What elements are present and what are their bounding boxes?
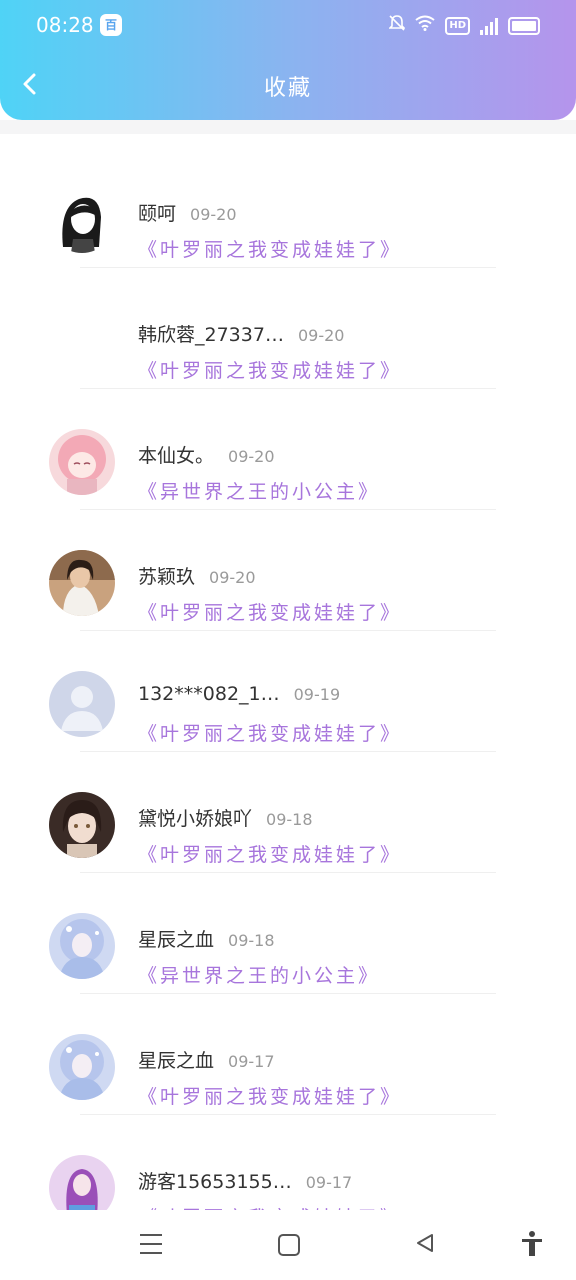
favorite-item[interactable]: 游客15653155… 09-17 《叶罗丽之我变成娃娃了》: [0, 1115, 576, 1210]
book-title-link[interactable]: 《叶罗丽之我变成娃娃了》: [138, 1082, 402, 1109]
user-name-text: 游客15653155…: [138, 1171, 292, 1193]
favorite-item[interactable]: 苏颖玖 09-20 《叶罗丽之我变成娃娃了》: [0, 510, 576, 631]
user-name-text: 本仙女。: [138, 445, 215, 467]
user-name-text: 星辰之血: [138, 1050, 215, 1072]
signal-4g-icon: [480, 17, 498, 35]
app-header: 08:28 百 HD 收藏: [0, 0, 576, 120]
nav-back-icon[interactable]: [414, 1232, 436, 1254]
user-avatar[interactable]: [49, 792, 115, 858]
favorite-item[interactable]: 韩欣蓉_27337… 09-20 《叶罗丽之我变成娃娃了》: [0, 268, 576, 389]
user-name: 游客15653155… 09-17: [138, 1167, 352, 1194]
user-avatar[interactable]: [49, 550, 115, 616]
list-top-divider: [0, 120, 576, 134]
book-title-link[interactable]: 《叶罗丽之我变成娃娃了》: [138, 356, 402, 383]
hd-icon: HD: [445, 17, 470, 35]
book-title-link[interactable]: 《异世界之王的小公主》: [138, 961, 380, 988]
favorite-item[interactable]: 132***082_1… 09-19 《叶罗丽之我变成娃娃了》: [0, 631, 576, 752]
book-title-link[interactable]: 《叶罗丽之我变成娃娃了》: [138, 1203, 402, 1210]
user-name: 韩欣蓉_27337… 09-20: [138, 320, 344, 347]
user-name-text: 星辰之血: [138, 929, 215, 951]
user-name: 黛悦小娇娘吖 09-18: [138, 804, 313, 831]
page-title: 收藏: [263, 76, 312, 101]
status-time: 08:28: [36, 13, 94, 37]
user-name-text: 颐呵: [138, 203, 177, 225]
user-name: 本仙女。 09-20: [138, 441, 275, 468]
user-name: 132***082_1… 09-19: [138, 683, 340, 705]
book-title-link[interactable]: 《叶罗丽之我变成娃娃了》: [138, 719, 402, 746]
user-name: 星辰之血 09-17: [138, 1046, 275, 1073]
favorite-item[interactable]: 星辰之血 09-18 《异世界之王的小公主》: [0, 873, 576, 994]
wifi-icon: [415, 15, 435, 37]
favorite-date: 09-17: [305, 1173, 353, 1192]
book-title-link[interactable]: 《叶罗丽之我变成娃娃了》: [138, 598, 402, 625]
user-avatar[interactable]: [49, 187, 115, 253]
user-avatar[interactable]: [49, 913, 115, 979]
favorite-item[interactable]: 本仙女。 09-20 《异世界之王的小公主》: [0, 389, 576, 510]
favorite-date: 09-20: [190, 205, 237, 224]
status-bar: 08:28 百 HD: [0, 0, 576, 52]
book-title-link[interactable]: 《叶罗丽之我变成娃娃了》: [138, 235, 402, 262]
favorite-date: 09-20: [297, 326, 345, 345]
user-avatar[interactable]: [49, 1155, 115, 1210]
user-name: 星辰之血 09-18: [138, 925, 275, 952]
favorite-item[interactable]: 星辰之血 09-17 《叶罗丽之我变成娃娃了》: [0, 994, 576, 1115]
accessibility-icon[interactable]: [520, 1230, 544, 1258]
user-name-text: 黛悦小娇娘吖: [138, 808, 253, 830]
favorite-item[interactable]: 黛悦小娇娘吖 09-18 《叶罗丽之我变成娃娃了》: [0, 752, 576, 873]
user-avatar[interactable]: [49, 671, 115, 737]
book-title-link[interactable]: 《叶罗丽之我变成娃娃了》: [138, 840, 402, 867]
favorite-date: 09-19: [293, 685, 341, 704]
book-title-link[interactable]: 《异世界之王的小公主》: [138, 477, 380, 504]
battery-icon: [508, 17, 540, 35]
user-name-text: 132***082_1…: [138, 683, 280, 705]
user-name-text: 韩欣蓉_27337…: [138, 324, 284, 346]
favorite-item[interactable]: 颐呵 09-20 《叶罗丽之我变成娃娃了》: [0, 147, 576, 268]
home-icon[interactable]: [278, 1234, 300, 1256]
mute-bell-icon: [388, 14, 407, 38]
favorites-list[interactable]: 颐呵 09-20 《叶罗丽之我变成娃娃了》 韩欣蓉_27337… 09-20 《叶罗丽之我…: [0, 134, 576, 1210]
favorite-date: 09-20: [209, 568, 256, 587]
favorite-date: 09-18: [228, 931, 275, 950]
favorite-date: 09-20: [228, 447, 275, 466]
favorite-date: 09-17: [228, 1052, 275, 1071]
user-avatar[interactable]: [49, 429, 115, 495]
user-name: 苏颖玖 09-20: [138, 562, 256, 589]
user-name: 颐呵 09-20: [138, 199, 237, 226]
system-nav-bar: [0, 1210, 576, 1280]
menu-icon[interactable]: [140, 1234, 162, 1254]
favorite-date: 09-18: [266, 810, 313, 829]
baidu-app-icon: 百: [100, 14, 122, 36]
user-name-text: 苏颖玖: [138, 566, 196, 588]
user-avatar[interactable]: [49, 1034, 115, 1100]
